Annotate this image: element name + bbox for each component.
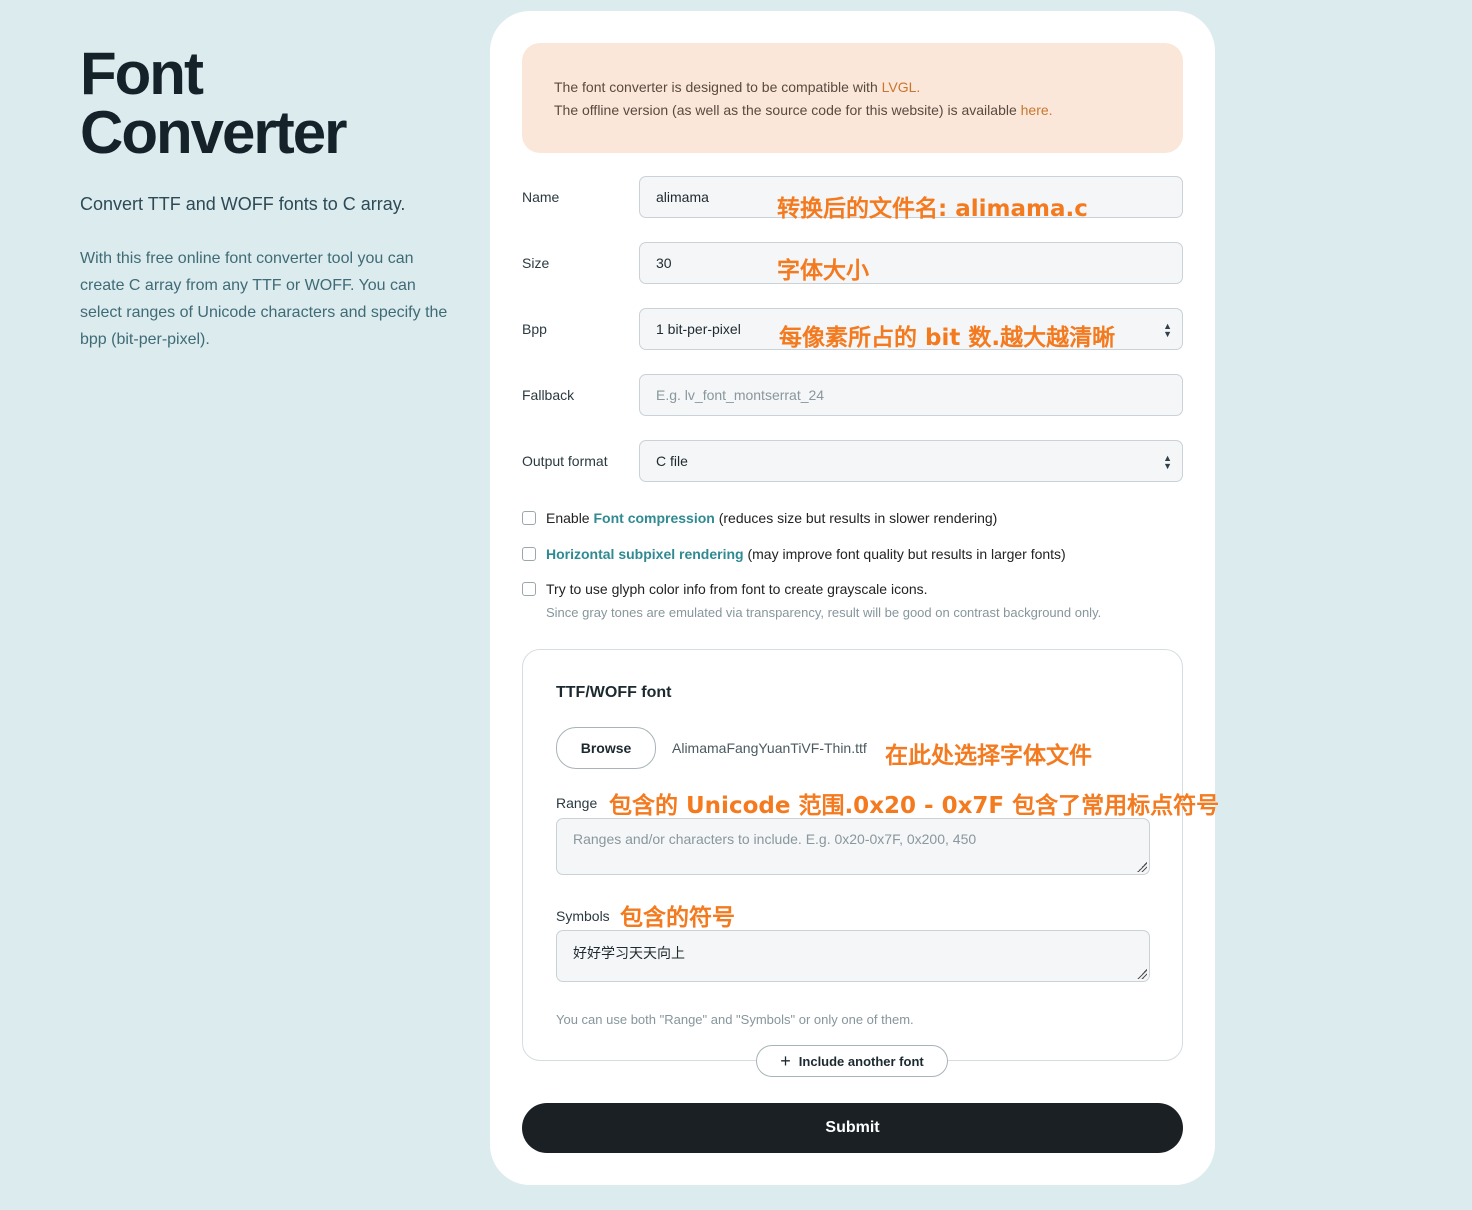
include-another-font-label: Include another font bbox=[798, 1053, 924, 1069]
notice-text-2: The offline version (as well as the sour… bbox=[554, 102, 1021, 118]
glyph-color-note: Since gray tones are emulated via transp… bbox=[546, 605, 1102, 620]
source-code-link[interactable]: here. bbox=[1021, 102, 1053, 118]
select-arrows-icon: ▲ ▼ bbox=[1163, 321, 1172, 339]
compression-option: Enable Font compression (reduces size bu… bbox=[522, 510, 997, 526]
resize-grip-icon[interactable] bbox=[1137, 969, 1147, 979]
output-format-label: Output format bbox=[522, 453, 608, 469]
browse-button[interactable]: Browse bbox=[556, 727, 656, 769]
select-arrows-icon: ▲ ▼ bbox=[1163, 453, 1172, 471]
compression-checkbox[interactable] bbox=[522, 511, 536, 525]
bpp-label: Bpp bbox=[522, 321, 547, 337]
glyph-color-label: Try to use glyph color info from font to… bbox=[546, 581, 928, 597]
range-placeholder: Ranges and/or characters to include. E.g… bbox=[573, 831, 977, 847]
symbols-textarea[interactable]: 好好学习天天向上 bbox=[556, 930, 1150, 982]
converter-card: The font converter is designed to be com… bbox=[490, 11, 1219, 1185]
name-label: Name bbox=[522, 189, 560, 205]
symbols-label: Symbols bbox=[556, 908, 610, 924]
output-format-value: C file bbox=[656, 453, 688, 469]
page-title-line2: Converter bbox=[80, 99, 347, 166]
fallback-input[interactable]: E.g. lv_font_montserrat_24 bbox=[639, 374, 1183, 416]
name-annotation: 转换后的文件名: alimama.c bbox=[777, 196, 1088, 222]
fallback-label: Fallback bbox=[522, 387, 575, 403]
selected-file-name: AlimamaFangYuanTiVF-Thin.ttf bbox=[672, 740, 867, 756]
subpixel-checkbox[interactable] bbox=[522, 547, 536, 561]
symbols-annotation: 包含的符号 bbox=[620, 905, 735, 931]
browse-annotation: 在此处选择字体文件 bbox=[885, 743, 1092, 769]
resize-grip-icon[interactable] bbox=[1137, 862, 1147, 872]
range-annotation: 包含的 Unicode 范围.0x20 - 0x7F 包含了常用标点符号 bbox=[609, 793, 1220, 819]
size-annotation: 字体大小 bbox=[777, 258, 869, 284]
range-label: Range bbox=[556, 795, 598, 811]
compression-prefix: Enable bbox=[546, 510, 594, 526]
subpixel-link[interactable]: Horizontal subpixel rendering bbox=[546, 546, 744, 562]
submit-button[interactable]: Submit bbox=[522, 1103, 1183, 1153]
compression-suffix: (reduces size but results in slower rend… bbox=[714, 510, 998, 526]
range-symbols-note: You can use both "Range" and "Symbols" o… bbox=[556, 1012, 914, 1027]
output-format-select[interactable]: C file ▲ ▼ bbox=[639, 440, 1183, 482]
glyph-color-option: Try to use glyph color info from font to… bbox=[522, 581, 928, 597]
font-section-title: TTF/WOFF font bbox=[556, 684, 672, 701]
font-section: TTF/WOFF font Browse AlimamaFangYuanTiVF… bbox=[522, 649, 1219, 1061]
plus-icon: + bbox=[780, 1051, 791, 1071]
bpp-annotation: 每像素所占的 bit 数.越大越清晰 bbox=[779, 325, 1116, 351]
size-input[interactable]: 30 bbox=[639, 242, 1183, 284]
symbols-value: 好好学习天天向上 bbox=[573, 945, 685, 961]
subpixel-suffix: (may improve font quality but results in… bbox=[743, 546, 1066, 562]
intro-panel: Font Converter Convert TTF and WOFF font… bbox=[80, 44, 450, 353]
page-description: With this free online font converter too… bbox=[80, 250, 448, 348]
page-title-line1: Font bbox=[80, 40, 204, 107]
subpixel-option: Horizontal subpixel rendering (may impro… bbox=[522, 546, 1066, 562]
include-another-font-button[interactable]: + Include another font bbox=[756, 1045, 948, 1077]
compatibility-notice: The font converter is designed to be com… bbox=[522, 43, 1183, 153]
page-title: Font Converter bbox=[80, 40, 450, 166]
size-label: Size bbox=[522, 255, 550, 271]
page-subtitle: Convert TTF and WOFF fonts to C array. bbox=[80, 194, 406, 214]
bpp-select-value: 1 bit-per-pixel bbox=[656, 321, 741, 337]
range-textarea[interactable]: Ranges and/or characters to include. E.g… bbox=[556, 818, 1150, 875]
glyph-color-checkbox[interactable] bbox=[522, 582, 536, 596]
lvgl-link[interactable]: LVGL. bbox=[882, 79, 921, 95]
notice-text-1: The font converter is designed to be com… bbox=[554, 79, 882, 95]
font-compression-link[interactable]: Font compression bbox=[593, 510, 714, 526]
